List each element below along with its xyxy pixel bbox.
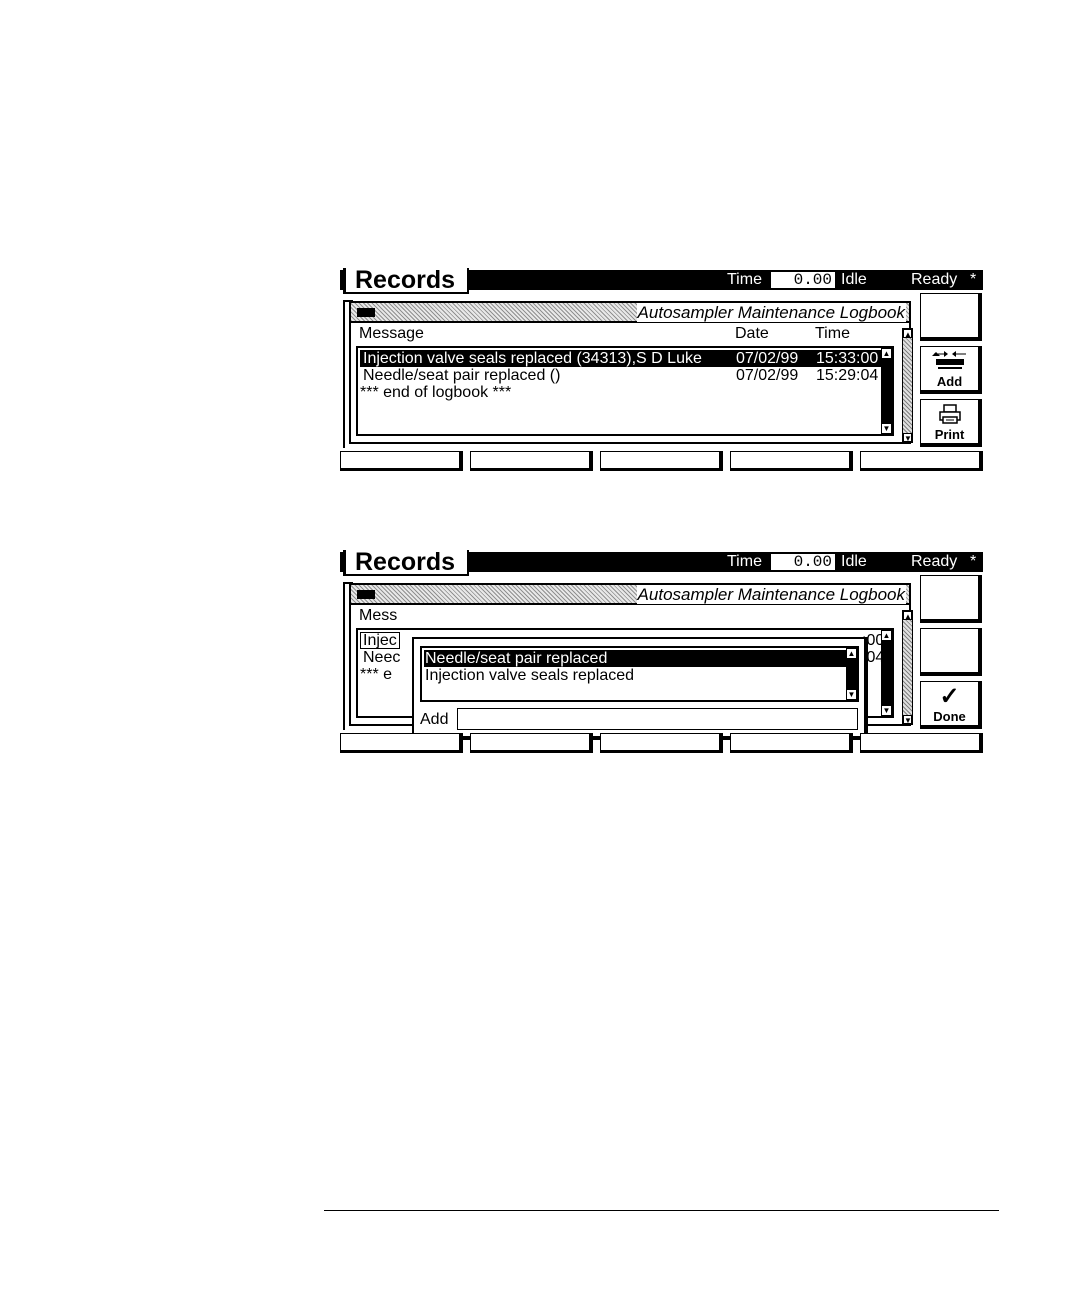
status-marker: * [970, 271, 977, 288]
scroll-up-icon[interactable]: ▲ [903, 611, 912, 621]
row-message: Injec [363, 632, 397, 649]
print-button-label: Print [934, 427, 965, 442]
softkey-2[interactable] [470, 451, 593, 471]
row-message: *** end of logbook *** [360, 384, 512, 401]
row-message: Needle/seat pair replaced () [363, 367, 561, 384]
done-button-label: Done [933, 709, 966, 724]
app-title: Records [343, 550, 469, 576]
preset-label: Needle/seat pair replaced [425, 650, 608, 667]
window-menu-icon[interactable] [357, 308, 375, 317]
add-entry-input[interactable] [457, 708, 858, 730]
list-item[interactable]: Injection valve seals replaced [424, 667, 846, 684]
time-value: 0.00 [771, 554, 835, 570]
softkey-4[interactable] [730, 451, 853, 471]
column-header-message: Mess [359, 607, 398, 624]
list-item[interactable]: Injection valve seals replaced (34313),S… [360, 350, 888, 367]
scroll-down-icon[interactable]: ▼ [847, 690, 856, 699]
add-entry-dialog: Needle/seat pair replaced Injection valv… [412, 637, 868, 740]
blank-side-button[interactable] [920, 293, 982, 341]
time-value: 0.00 [771, 272, 835, 288]
logbook-window: Autosampler Maintenance Logbook Message … [349, 301, 911, 444]
logbook-window: Autosampler Maintenance Logbook Mess Inj… [349, 583, 911, 740]
softkey-3[interactable] [600, 733, 723, 753]
row-message: *** e [360, 666, 393, 683]
blank-side-button[interactable] [920, 628, 982, 676]
row-time: 15:29:04 [816, 367, 879, 384]
status-bar: Records Time 0.00 Idle Ready * [340, 550, 983, 576]
window-titlebar: Autosampler Maintenance Logbook [351, 585, 909, 605]
scroll-down-icon[interactable]: ▼ [882, 424, 891, 433]
scroll-up-icon[interactable]: ▲ [882, 349, 891, 358]
softkey-5[interactable] [860, 451, 983, 471]
softkey-1[interactable] [340, 451, 463, 471]
scroll-down-icon[interactable]: ▼ [882, 706, 891, 715]
add-button-label: Add [936, 374, 963, 389]
row-date: 07/02/99 [736, 367, 799, 384]
run-state: Idle [841, 271, 867, 288]
run-state: Idle [841, 553, 867, 570]
ready-status: Ready [911, 553, 958, 570]
list-item[interactable]: *** end of logbook *** [360, 384, 888, 401]
softkey-2[interactable] [470, 733, 593, 753]
done-button[interactable]: ✓ Done [920, 681, 982, 729]
page-footer-rule [324, 1210, 999, 1211]
scroll-up-icon[interactable]: ▲ [882, 631, 891, 640]
softkey-1[interactable] [340, 733, 463, 753]
row-time: 15:33:00 [816, 350, 879, 367]
time-label: Time [727, 553, 762, 570]
printer-icon [921, 403, 978, 430]
status-marker: * [970, 553, 977, 570]
records-screen-logbook: Records Time 0.00 Idle Ready * Autosampl… [340, 268, 983, 472]
window-menu-icon[interactable] [357, 590, 375, 599]
window-title: Autosampler Maintenance Logbook [636, 303, 906, 322]
list-scrollbar[interactable]: ▲ ▼ [881, 348, 892, 434]
column-header-time[interactable]: Time [815, 325, 850, 343]
scroll-down-icon[interactable]: ▼ [903, 433, 912, 443]
list-item[interactable]: Injec [360, 632, 400, 649]
softkey-5[interactable] [860, 733, 983, 753]
column-header-date[interactable]: Date [735, 325, 769, 343]
ready-status: Ready [911, 271, 958, 288]
row-message: Neec [363, 649, 401, 666]
scroll-down-icon[interactable]: ▼ [903, 715, 912, 725]
scroll-up-icon[interactable]: ▲ [903, 329, 912, 339]
column-header-message[interactable]: Message [359, 325, 424, 343]
list-item[interactable]: Needle/seat pair replaced [424, 650, 846, 667]
checkmark-icon: ✓ [939, 683, 960, 710]
window-titlebar: Autosampler Maintenance Logbook [351, 303, 909, 323]
softkey-3[interactable] [600, 451, 723, 471]
window-scrollbar[interactable]: ▲ ▼ [902, 610, 913, 725]
list-item[interactable]: Needle/seat pair replaced () 07/02/99 15… [360, 367, 888, 384]
softkey-4[interactable] [730, 733, 853, 753]
window-scrollbar[interactable]: ▲ ▼ [902, 328, 913, 443]
row-message: Injection valve seals replaced (34313),S… [363, 350, 702, 367]
time-label: Time [727, 271, 762, 288]
records-screen-add-entry: Records Time 0.00 Idle Ready * Autosampl… [340, 550, 983, 754]
scroll-up-icon[interactable]: ▲ [847, 649, 856, 658]
window-title: Autosampler Maintenance Logbook [636, 585, 906, 604]
blank-side-button[interactable] [920, 575, 982, 623]
preset-list: Needle/seat pair replaced Injection valv… [420, 646, 859, 702]
app-title: Records [343, 268, 469, 294]
print-button[interactable]: Print [920, 399, 982, 447]
status-bar: Records Time 0.00 Idle Ready * [340, 268, 983, 294]
preset-scrollbar[interactable]: ▲ ▼ [846, 648, 857, 700]
preset-label: Injection valve seals replaced [425, 667, 635, 684]
list-scrollbar[interactable]: ▲ ▼ [881, 630, 892, 716]
add-button[interactable]: Add [920, 346, 982, 394]
add-field-label: Add [420, 711, 449, 728]
logbook-list: Injection valve seals replaced (34313),S… [356, 346, 894, 436]
row-date: 07/02/99 [736, 350, 799, 367]
